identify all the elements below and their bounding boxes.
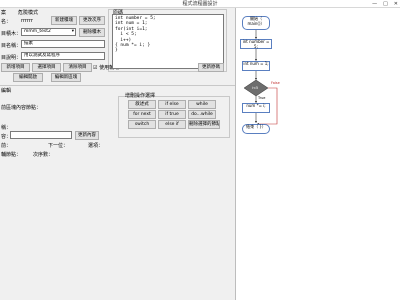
chevron-down-icon: ▾: [71, 29, 74, 34]
tab-project[interactable]: 案: [1, 9, 6, 16]
checkbox-checked-icon: ☑: [93, 65, 98, 71]
title-bar: 程式流程圖設計 — □ ✕: [0, 0, 400, 8]
if-else-button[interactable]: if else: [158, 100, 186, 109]
edit-open-button[interactable]: 編輯開啟: [13, 73, 43, 82]
next-label: 下一位：: [48, 143, 69, 149]
else-if-button[interactable]: else if: [158, 120, 186, 129]
delete-node-button[interactable]: 刪除選擇的節點: [188, 120, 220, 129]
tab-mode[interactable]: 危險模式: [18, 9, 38, 16]
new-item-button[interactable]: 新增項目: [1, 63, 30, 72]
edit-new-block-button[interactable]: 編輯新區塊: [51, 73, 81, 82]
do-while-button[interactable]: do...while: [188, 110, 216, 119]
seq-label: 次序數：: [33, 152, 54, 158]
code-textarea[interactable]: int number = 5; int num = 1; for(int i=1…: [112, 14, 224, 69]
note-label: 目說明：: [1, 55, 22, 61]
close-icon[interactable]: ✕: [394, 0, 398, 8]
palette-title: 增刪操作選擇: [125, 93, 156, 99]
flowchart-canvas[interactable]: 開始（ main()） int number = 5; int num = 1;…: [235, 8, 400, 300]
prev-label: 前：: [1, 143, 12, 149]
decision-label: i<5: [252, 86, 259, 90]
process-node[interactable]: int num = 1;: [242, 61, 270, 71]
start-node[interactable]: 開始（ main()）: [242, 16, 270, 30]
clear-item-button[interactable]: 清除項目: [63, 63, 92, 72]
section-title: 編輯: [1, 88, 12, 94]
while-button[interactable]: while: [188, 100, 216, 109]
select-item-button[interactable]: 選擇項目: [32, 63, 61, 72]
name-value: rrrrrr: [21, 18, 33, 24]
flowchart-connectors: [243, 30, 278, 126]
block-select[interactable]: mmm_test2 ▾: [21, 28, 76, 36]
desc-input[interactable]: 描素: [21, 40, 105, 48]
update-content-button[interactable]: 更新內容: [75, 131, 99, 140]
true-label: True: [258, 96, 266, 100]
switch-button[interactable]: switch: [128, 120, 156, 129]
name-label: 名：: [1, 19, 12, 25]
if-true-button[interactable]: if true: [158, 110, 186, 119]
id-label: 輔節點：: [1, 152, 22, 158]
desc-label: 目名稱：: [1, 43, 22, 49]
section-divider: [0, 85, 235, 86]
end-node[interactable]: 結束（ }）: [242, 124, 270, 134]
note-input[interactable]: 用以測試及寫程序: [21, 52, 105, 60]
process-node[interactable]: int number = 5;: [240, 39, 272, 49]
field1-label: 稱：: [1, 125, 12, 131]
content-input[interactable]: [10, 131, 72, 139]
maximize-icon[interactable]: □: [383, 0, 388, 8]
false-label: False: [271, 81, 280, 85]
minimize-icon[interactable]: —: [372, 0, 377, 8]
block-select-value: mmm_test2: [24, 29, 51, 34]
block-label: 目積木：: [1, 31, 22, 37]
update-code-button[interactable]: 更新原碼: [198, 63, 224, 72]
process-node[interactable]: num *= i;: [242, 103, 270, 113]
change-order-button[interactable]: 更改次序: [79, 16, 105, 25]
section-subtitle: 前區塊內容節點：: [1, 105, 42, 111]
code-line: }: [115, 48, 118, 54]
select-label: 選項：: [88, 143, 104, 149]
delete-block-button[interactable]: 刪除積木: [79, 28, 105, 37]
statement-button[interactable]: 敘述式: [128, 100, 156, 109]
for-next-button[interactable]: for next: [128, 110, 156, 119]
window-title: 程式流程圖設計: [182, 1, 218, 7]
new-block-button[interactable]: 新建積塊: [51, 16, 77, 25]
